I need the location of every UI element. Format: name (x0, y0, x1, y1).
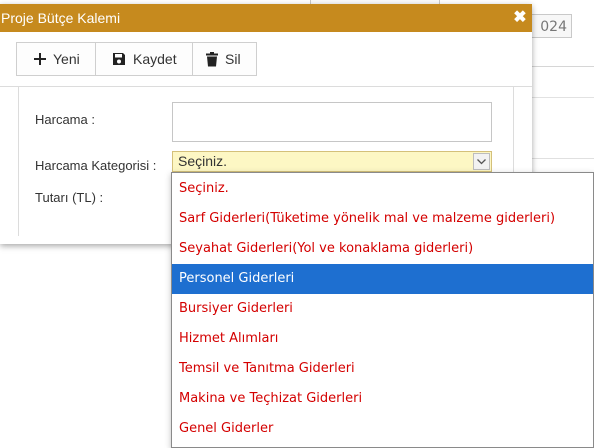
trash-icon (206, 51, 218, 67)
dropdown-option[interactable]: Bursiyer Giderleri (172, 294, 593, 324)
background-divider (532, 66, 594, 67)
plus-icon (34, 53, 46, 65)
dropdown-option[interactable]: Seçiniz. (172, 174, 593, 204)
dropdown-option[interactable]: Genel Giderler (172, 414, 593, 444)
delete-button[interactable]: Sil (192, 42, 257, 76)
dropdown-option[interactable]: Seyahat Giderleri(Yol ve konaklama gider… (172, 234, 593, 264)
dropdown-option[interactable]: Temsil ve Tanıtma Giderleri (172, 354, 593, 384)
new-button[interactable]: Yeni (16, 42, 96, 76)
dialog-titlebar[interactable]: Proje Bütçe Kalemi ✖ (0, 4, 532, 32)
dropdown-option[interactable]: Sarf Giderleri(Tüketime yönelik mal ve m… (172, 204, 593, 234)
chevron-down-icon[interactable] (473, 153, 490, 170)
toolbar: Yeni Kaydet Sil (16, 42, 257, 76)
category-selected-value: Seçiniz. (178, 153, 228, 169)
background-date-field: 024 (528, 14, 572, 38)
dropdown-option-highlighted[interactable]: Personel Giderleri (172, 264, 593, 294)
category-select[interactable]: Seçiniz. (172, 151, 492, 172)
dropdown-option[interactable]: Makina ve Teçhizat Giderleri (172, 384, 593, 414)
delete-button-label: Sil (225, 51, 241, 67)
screen: 024 Proje Bütçe Kalemi ✖ Yeni Kaydet Sil… (0, 0, 594, 448)
save-button-label: Kaydet (133, 51, 177, 67)
category-dropdown-list: Seçiniz. Sarf Giderleri(Tüketime yönelik… (171, 172, 594, 448)
background-divider (532, 158, 594, 159)
amount-label: Tutarı (TL) : (35, 190, 104, 205)
floppy-disk-icon (112, 52, 126, 66)
close-icon[interactable]: ✖ (510, 4, 530, 32)
category-label: Harcama Kategorisi : (35, 158, 157, 173)
dropdown-option[interactable]: Hizmet Alımları (172, 324, 593, 354)
expense-label: Harcama : (35, 112, 95, 127)
expense-input[interactable] (172, 102, 492, 142)
new-button-label: Yeni (53, 51, 80, 67)
background-divider (532, 97, 594, 98)
save-button[interactable]: Kaydet (95, 42, 193, 76)
dialog-title: Proje Bütçe Kalemi (1, 10, 121, 26)
